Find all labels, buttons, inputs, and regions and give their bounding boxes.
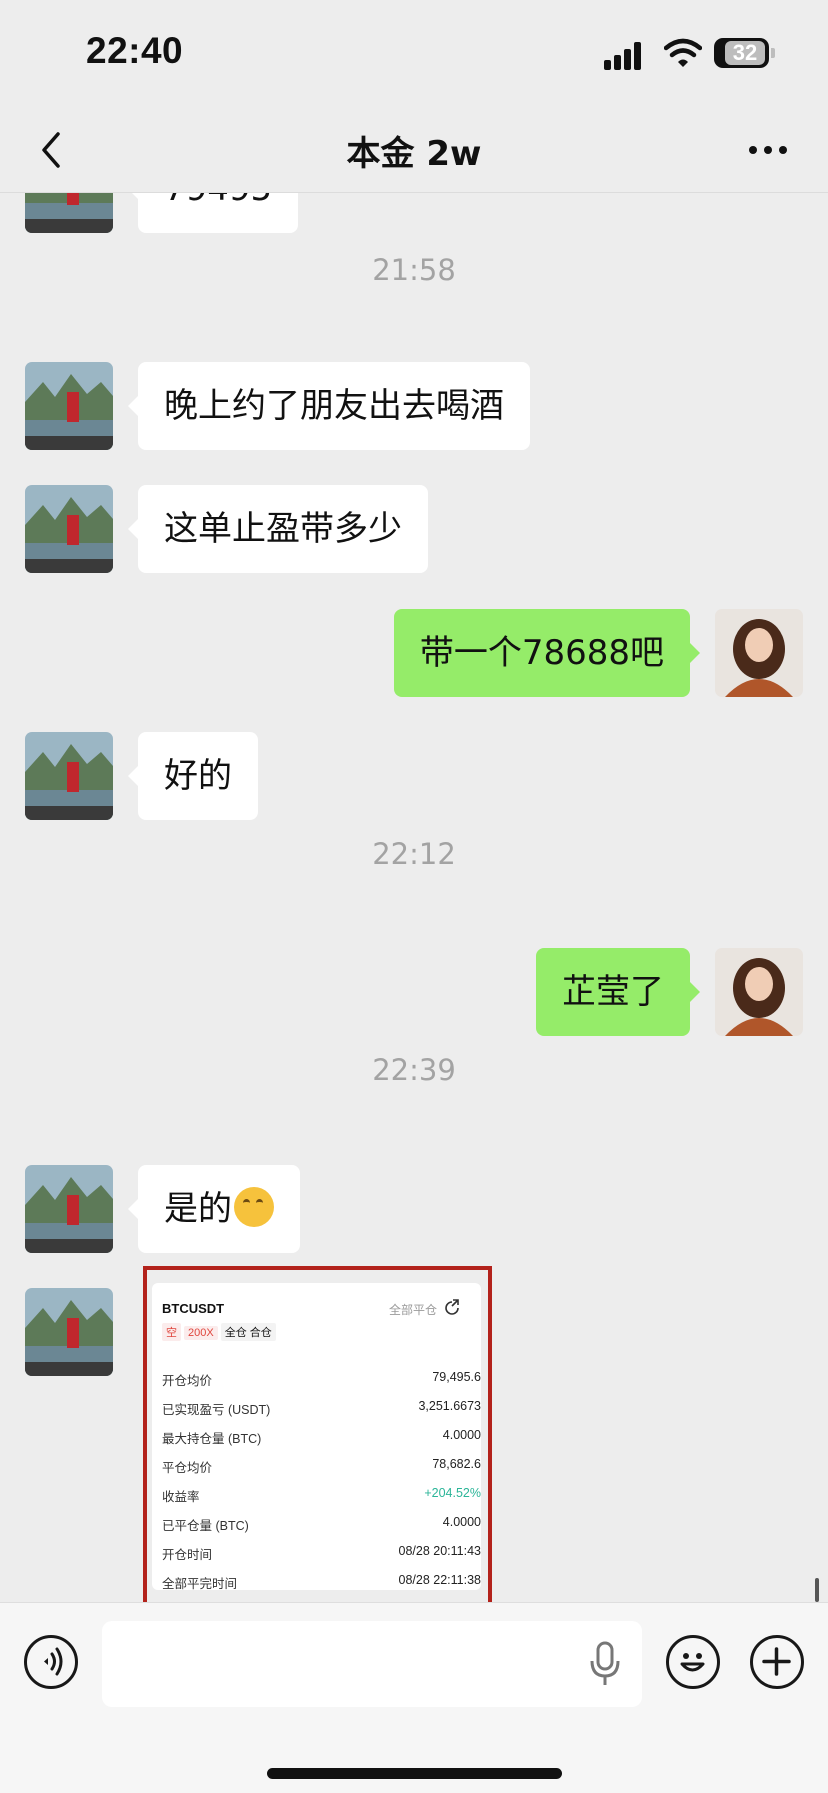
leverage-tag: 200X	[184, 1326, 218, 1340]
contact-avatar[interactable]	[25, 1165, 113, 1253]
message-input-bar	[0, 1602, 828, 1793]
message-bubble-incoming[interactable]: 是的	[128, 1165, 300, 1253]
voice-mode-icon[interactable]	[24, 1635, 78, 1689]
contact-avatar[interactable]	[25, 193, 113, 233]
order-row: 开仓时间 08/28 20:11:43	[162, 1544, 481, 1562]
wifi-icon	[664, 38, 702, 67]
thinking-face-emoji-icon	[234, 1186, 274, 1227]
scrollbar[interactable]	[815, 1578, 819, 1602]
order-row: 平仓均价 78,682.6	[162, 1457, 481, 1475]
chat-header: 本金 2w	[0, 110, 828, 193]
battery-icon: 32	[714, 38, 775, 68]
order-row: 全部平完时间 08/28 22:11:38	[162, 1573, 481, 1591]
order-row: 已平仓量 (BTC) 4.0000	[162, 1515, 481, 1533]
margin-mode-tag: 全仓 合仓	[220, 1323, 276, 1341]
timestamp: 21:58	[372, 253, 456, 287]
order-tags: 空 200X 全仓 合仓	[162, 1323, 279, 1341]
contact-avatar[interactable]	[25, 732, 113, 820]
message-bubble-incoming[interactable]: 这单止盈带多少	[128, 485, 428, 573]
message-bubble-incoming[interactable]: 79495	[127, 193, 299, 233]
order-row: 开仓均价 79,495.6	[162, 1370, 481, 1388]
contact-avatar[interactable]	[25, 485, 113, 573]
battery-level: 32	[725, 41, 765, 65]
message-bubble-outgoing[interactable]: 芷莹了	[536, 948, 700, 1036]
order-row: 收益率 +204.52%	[162, 1486, 481, 1504]
clock: 22:40	[86, 30, 184, 71]
order-status: 全部平仓	[388, 1303, 437, 1317]
chat-title: 本金 2w	[346, 134, 482, 174]
message-input[interactable]	[102, 1621, 642, 1707]
order-row: 最大持仓量 (BTC) 4.0000	[162, 1428, 481, 1446]
more-dots-icon[interactable]	[748, 138, 788, 162]
side-tag: 空	[162, 1323, 181, 1341]
microphone-icon[interactable]	[589, 1641, 621, 1687]
share-icon	[445, 1299, 459, 1315]
timestamp: 22:39	[372, 1053, 456, 1087]
cellular-signal-icon	[604, 40, 648, 70]
my-avatar[interactable]	[715, 948, 803, 1036]
message-bubble-outgoing[interactable]: 带一个78688吧	[393, 609, 701, 697]
order-row: 已实现盈亏 (USDT) 3,251.6673	[162, 1399, 481, 1417]
my-avatar[interactable]	[715, 609, 803, 697]
home-indicator[interactable]	[267, 1768, 562, 1779]
chat-messages[interactable]: 79495 21:58 晚上约了朋友出去喝酒 这单止盈带多少 带一个78688吧…	[0, 193, 828, 1602]
contact-avatar[interactable]	[25, 362, 113, 450]
order-symbol: BTCUSDT	[162, 1301, 225, 1316]
contact-avatar[interactable]	[25, 1288, 113, 1376]
message-bubble-incoming[interactable]: 好的	[128, 732, 258, 820]
message-text: 是的	[164, 1189, 232, 1229]
order-screenshot-image[interactable]: BTCUSDT 全部平仓 空 200X 全仓 合仓 开仓均价 79,495.6 已实现…	[152, 1283, 481, 1591]
emoji-icon[interactable]	[666, 1635, 720, 1689]
status-bar: 22:40 32	[0, 0, 828, 110]
plus-icon[interactable]	[750, 1635, 804, 1689]
timestamp: 22:12	[372, 837, 456, 871]
message-bubble-incoming[interactable]: 晚上约了朋友出去喝酒	[128, 362, 530, 450]
